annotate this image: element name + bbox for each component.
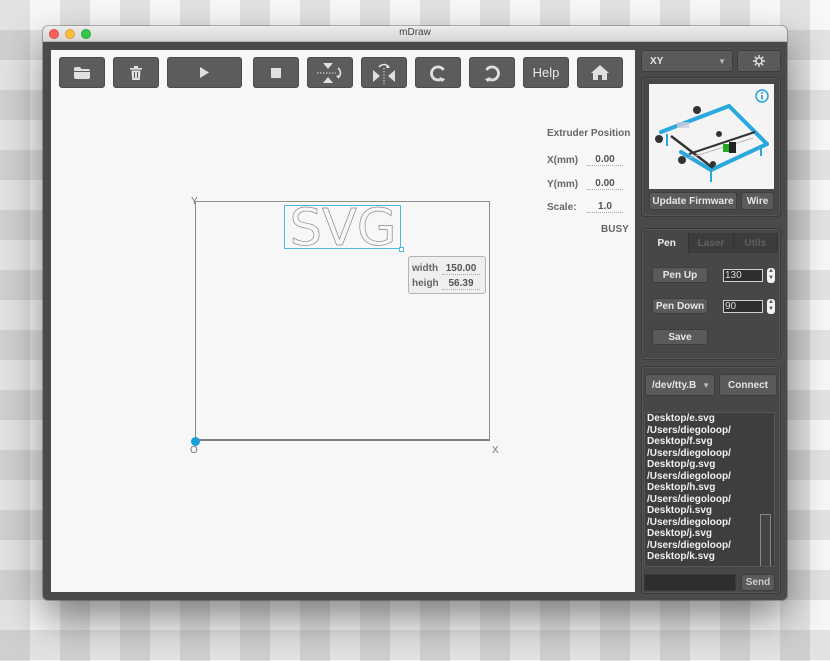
pen-down-button[interactable]: Pen Down bbox=[652, 298, 708, 314]
height-value-input[interactable]: 56.39 bbox=[442, 278, 480, 290]
drawing-canvas[interactable]: Help Y X O SVG width 150.00 height 56.39 bbox=[51, 50, 635, 592]
log-line: Desktop/f.svg bbox=[647, 436, 713, 447]
y-mm-value[interactable]: 0.00 bbox=[587, 178, 623, 190]
chevron-down-icon: ▼ bbox=[702, 381, 710, 390]
port-select-value: /dev/tty.B bbox=[652, 379, 697, 391]
tool-tabs: Pen Laser Utils bbox=[645, 233, 778, 253]
rotate-counterclockwise-button[interactable] bbox=[469, 57, 515, 88]
info-icon[interactable] bbox=[755, 89, 769, 103]
folder-icon bbox=[74, 66, 90, 79]
connect-button[interactable]: Connect bbox=[719, 374, 777, 396]
flip-vertical-button[interactable] bbox=[307, 57, 353, 88]
open-file-button[interactable] bbox=[59, 57, 105, 88]
stop-button[interactable] bbox=[253, 57, 299, 88]
y-axis-label: Y bbox=[191, 196, 198, 207]
log-line: Desktop/g.svg bbox=[647, 459, 716, 470]
home-button[interactable] bbox=[577, 57, 623, 88]
flip-horizontal-icon bbox=[373, 63, 395, 84]
command-input[interactable] bbox=[644, 574, 736, 591]
status-label: BUSY bbox=[601, 224, 629, 235]
delete-button[interactable] bbox=[113, 57, 159, 88]
title-bar: mDraw bbox=[43, 26, 787, 42]
log-line: /Users/diegoloop/ bbox=[647, 516, 731, 528]
send-button[interactable]: Send bbox=[741, 574, 775, 591]
log-scrollbar[interactable] bbox=[760, 514, 771, 566]
pen-up-stepper[interactable]: ▲ ▼ bbox=[767, 268, 775, 283]
gear-icon bbox=[753, 55, 765, 67]
tab-laser[interactable]: Laser bbox=[689, 233, 734, 253]
origin-label: O bbox=[190, 445, 198, 456]
log-lines: Desktop/e.svg/Users/diegoloop/Desktop/f.… bbox=[645, 413, 774, 563]
selection-box[interactable] bbox=[284, 205, 401, 249]
log-line: /Users/diegoloop/ bbox=[647, 470, 731, 482]
pen-up-input[interactable]: 130 bbox=[723, 269, 763, 282]
rotate-cw-icon bbox=[430, 65, 446, 82]
port-select[interactable]: /dev/tty.B ▼ bbox=[645, 374, 715, 396]
tool-settings-panel: Pen Laser Utils Pen Up 130 ▲ ▼ Pen Down 9… bbox=[641, 228, 781, 360]
log-line: Desktop/h.svg bbox=[647, 482, 716, 493]
height-label: height bbox=[412, 278, 438, 289]
log-line: /Users/diegoloop/ bbox=[647, 424, 731, 436]
y-mm-label: Y(mm) bbox=[547, 178, 579, 190]
pen-down-input[interactable]: 90 bbox=[723, 300, 763, 313]
home-icon bbox=[591, 65, 609, 80]
log-line: Desktop/j.svg bbox=[647, 528, 713, 539]
trash-icon bbox=[130, 65, 142, 80]
help-button[interactable]: Help bbox=[523, 57, 569, 88]
log-line: /Users/diegoloop/ bbox=[647, 493, 731, 505]
tab-pen[interactable]: Pen bbox=[645, 233, 690, 253]
pen-down-stepper[interactable]: ▲ ▼ bbox=[767, 299, 775, 314]
log-line: Desktop/i.svg bbox=[647, 505, 713, 516]
save-button[interactable]: Save bbox=[652, 329, 708, 345]
width-label: width bbox=[412, 263, 438, 274]
x-mm-value[interactable]: 0.00 bbox=[587, 154, 623, 166]
wire-button[interactable]: Wire bbox=[741, 192, 774, 210]
dimensions-tooltip: width 150.00 height 56.39 bbox=[408, 256, 486, 294]
log-line: /Users/diegoloop/ bbox=[647, 539, 731, 551]
log-line: Desktop/k.svg bbox=[647, 551, 715, 562]
play-icon bbox=[200, 67, 209, 78]
resize-handle[interactable] bbox=[399, 247, 404, 252]
machine-type-value: XY bbox=[650, 55, 664, 67]
play-button[interactable] bbox=[167, 57, 242, 88]
help-button-label: Help bbox=[532, 65, 560, 80]
rotate-ccw-icon bbox=[484, 65, 500, 82]
scale-value[interactable]: 1.0 bbox=[587, 201, 623, 213]
x-axis-label: X bbox=[492, 445, 499, 456]
extruder-position-title: Extruder Position bbox=[547, 128, 631, 139]
pen-position-marker bbox=[191, 437, 200, 446]
window-title: mDraw bbox=[399, 27, 431, 38]
machine-preview-image bbox=[649, 84, 774, 189]
sidebar: XY ▼ Update Firmware Wire Pen Laser Util… bbox=[639, 46, 783, 596]
flip-vertical-icon bbox=[317, 62, 342, 83]
update-firmware-button[interactable]: Update Firmware bbox=[649, 192, 737, 210]
console-log[interactable]: Desktop/e.svg/Users/diegoloop/Desktop/f.… bbox=[644, 412, 775, 567]
log-line: Desktop/e.svg bbox=[647, 413, 715, 424]
rotate-clockwise-button[interactable] bbox=[415, 57, 461, 88]
stop-icon bbox=[271, 67, 281, 78]
pen-up-button[interactable]: Pen Up bbox=[652, 267, 708, 283]
x-mm-label: X(mm) bbox=[547, 154, 579, 166]
settings-button[interactable] bbox=[737, 50, 781, 72]
scale-label: Scale: bbox=[547, 201, 577, 213]
tab-utils[interactable]: Utils bbox=[733, 233, 778, 253]
machine-panel: Update Firmware Wire bbox=[641, 77, 781, 217]
machine-type-select[interactable]: XY ▼ bbox=[641, 50, 733, 72]
width-value-input[interactable]: 150.00 bbox=[442, 263, 480, 275]
app-window: mDraw Help Y X O SVG width 150.00 heigh … bbox=[43, 26, 787, 600]
log-line: /Users/diegoloop/ bbox=[647, 447, 731, 459]
chevron-down-icon: ▼ bbox=[718, 57, 726, 66]
flip-horizontal-button[interactable] bbox=[361, 57, 407, 88]
